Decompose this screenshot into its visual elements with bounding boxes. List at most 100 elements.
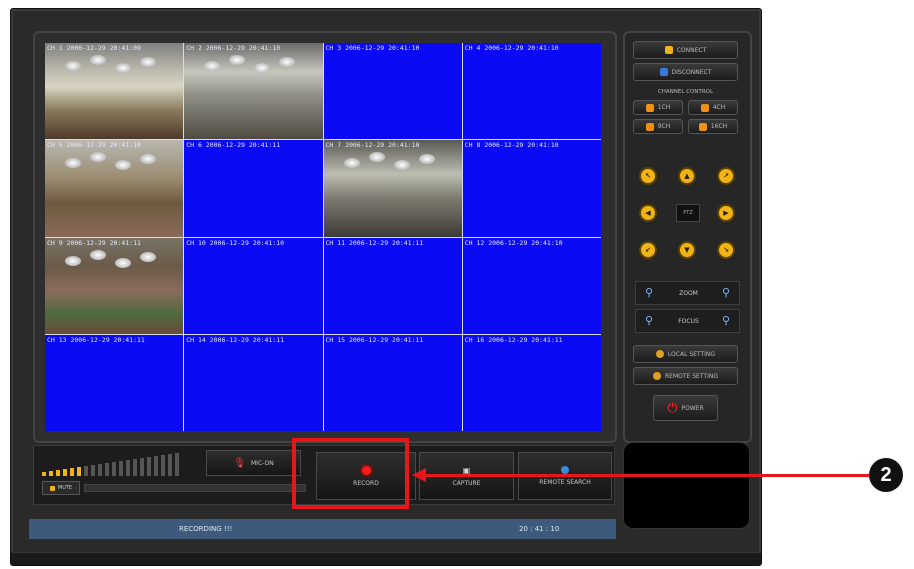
disconnect-icon xyxy=(659,68,668,76)
camera-cell-ch13[interactable]: CH 13 2006-12-29 20:41:11 xyxy=(45,334,184,431)
volume-bar xyxy=(175,453,179,476)
focus-near-icon[interactable]: ⚲ xyxy=(642,314,656,328)
camera-timestamp: CH 16 2006-12-29 20:41:11 xyxy=(464,335,563,344)
ch1-label: 1CH xyxy=(657,104,671,111)
callout-number: 2 xyxy=(869,458,903,492)
camera-cell-ch3[interactable]: CH 3 2006-12-29 20:41:10 xyxy=(323,43,462,140)
volume-bar xyxy=(112,462,116,476)
camera-cell-ch1[interactable]: CH 1 2006-12-29 20:41:09 xyxy=(45,43,184,140)
ceiling-light xyxy=(140,154,156,165)
camera-cell-ch15[interactable]: CH 15 2006-12-29 20:41:11 xyxy=(323,334,462,431)
control-sidebar: CONNECT DISCONNECT CHANNEL CONTROL 1CH 4… xyxy=(623,31,752,443)
camera-feed xyxy=(45,140,184,237)
ceiling-light xyxy=(115,63,131,73)
ptz-up-icon[interactable]: ▲ xyxy=(678,167,696,185)
camera-cell-ch16[interactable]: CH 16 2006-12-29 20:41:11 xyxy=(462,334,601,431)
volume-slider[interactable] xyxy=(84,484,306,492)
camera-cell-ch11[interactable]: CH 11 2006-12-29 20:41:11 xyxy=(323,237,462,334)
ceiling-light xyxy=(90,152,106,163)
preview-panel xyxy=(623,442,750,529)
camera-cell-ch2[interactable]: CH 2 2006-12-29 20:41:10 xyxy=(184,43,323,140)
remote-setting-label: REMOTE SETTING xyxy=(665,372,718,380)
remote-setting-button[interactable]: REMOTE SETTING xyxy=(633,367,738,385)
camera-grid: CH 1 2006-12-29 20:41:09 CH 2 2006-12-29 … xyxy=(45,43,601,431)
camera-timestamp: CH 1 2006-12-29 20:41:09 xyxy=(47,44,141,52)
record-highlight-box xyxy=(292,438,409,509)
focus-label: FOCUS xyxy=(678,317,699,325)
channel-control-heading: CHANNEL CONTROL xyxy=(657,89,714,95)
connect-icon xyxy=(664,46,673,54)
ch4-button[interactable]: 4CH xyxy=(688,100,738,115)
power-button[interactable]: ⏻ POWER xyxy=(653,395,718,421)
ceiling-light xyxy=(90,249,106,260)
ptz-down-left-icon[interactable]: ↙ xyxy=(639,241,657,259)
ceiling-light xyxy=(229,55,246,65)
ceiling-light xyxy=(140,57,156,67)
recording-status: RECORDING !!! xyxy=(179,525,233,533)
remote-search-label: REMOTE SEARCH xyxy=(539,479,591,486)
camera-cell-ch5[interactable]: CH 5 2006-12-29 20:41:10 xyxy=(45,140,184,237)
power-icon: ⏻ xyxy=(667,400,678,416)
local-setting-label: LOCAL SETTING xyxy=(667,350,716,358)
ch9-icon xyxy=(645,122,654,131)
volume-bar xyxy=(105,463,109,476)
volume-bar xyxy=(161,455,165,476)
ptz-up-right-icon[interactable]: ↗ xyxy=(717,167,735,185)
ch4-label: 4CH xyxy=(712,104,726,111)
zoom-in-icon[interactable]: ⚲ xyxy=(719,286,733,300)
ceiling-light xyxy=(90,55,106,65)
ch1-button[interactable]: 1CH xyxy=(633,100,683,115)
camera-cell-ch10[interactable]: CH 10 2006-12-29 20:41:10 xyxy=(184,237,323,334)
window-footer xyxy=(11,552,761,565)
ceiling-light xyxy=(418,154,435,165)
zoom-out-icon[interactable]: ⚲ xyxy=(642,286,656,300)
camera-timestamp: CH 7 2006-12-29 20:41:10 xyxy=(325,141,420,150)
camera-timestamp: CH 3 2006-12-29 20:41:10 xyxy=(325,44,420,52)
volume-bar xyxy=(70,468,74,476)
volume-bar xyxy=(147,457,151,476)
camera-timestamp: CH 9 2006-12-29 20:41:11 xyxy=(47,238,141,247)
camera-feed xyxy=(323,140,462,237)
gear-icon xyxy=(655,350,664,358)
ptz-down-icon[interactable]: ▼ xyxy=(678,241,696,259)
focus-far-icon[interactable]: ⚲ xyxy=(719,314,733,328)
volume-bar xyxy=(154,456,158,476)
ptz-center-button[interactable]: PTZ xyxy=(676,204,700,222)
ptz-left-icon[interactable]: ◀ xyxy=(639,204,657,222)
camera-timestamp: CH 8 2006-12-29 20:41:10 xyxy=(464,141,559,150)
search-icon xyxy=(561,466,569,474)
camera-cell-ch7[interactable]: CH 7 2006-12-29 20:41:10 xyxy=(323,140,462,237)
camera-cell-ch9[interactable]: CH 9 2006-12-29 20:41:11 xyxy=(45,237,184,334)
power-label: POWER xyxy=(681,404,704,412)
ptz-down-right-icon[interactable]: ↘ xyxy=(717,241,735,259)
local-setting-button[interactable]: LOCAL SETTING xyxy=(633,345,738,363)
ceiling-light xyxy=(65,158,81,169)
camera-feed xyxy=(45,237,184,334)
camera-timestamp: CH 6 2006-12-29 20:41:11 xyxy=(186,141,281,150)
ch16-icon xyxy=(698,122,707,131)
camera-cell-ch12[interactable]: CH 12 2006-12-29 20:41:10 xyxy=(462,237,601,334)
ptz-up-left-icon[interactable]: ↖ xyxy=(639,167,657,185)
camera-timestamp: CH 13 2006-12-29 20:41:11 xyxy=(47,335,145,344)
ptz-right-icon[interactable]: ▶ xyxy=(717,204,735,222)
disconnect-button[interactable]: DISCONNECT xyxy=(633,63,738,81)
volume-meter xyxy=(42,453,192,476)
volume-bar xyxy=(133,459,137,476)
connect-label: CONNECT xyxy=(676,46,707,54)
mic-on-label: MIC-ON xyxy=(251,459,274,467)
mic-on-button[interactable]: 🎙 MIC-ON xyxy=(206,450,301,476)
ch9-button[interactable]: 9CH xyxy=(633,119,683,134)
zoom-control: ⚲ ZOOM ⚲ xyxy=(635,281,740,305)
connect-button[interactable]: CONNECT xyxy=(633,41,738,59)
ch16-button[interactable]: 16CH xyxy=(688,119,738,134)
camera-cell-ch6[interactable]: CH 6 2006-12-29 20:41:11 xyxy=(184,140,323,237)
focus-control: ⚲ FOCUS ⚲ xyxy=(635,309,740,333)
camera-timestamp: CH 2 2006-12-29 20:41:10 xyxy=(186,44,281,52)
volume-bar xyxy=(63,469,67,476)
camera-cell-ch8[interactable]: CH 8 2006-12-29 20:41:10 xyxy=(462,140,601,237)
camera-cell-ch4[interactable]: CH 4 2006-12-29 20:41:10 xyxy=(462,43,601,140)
video-panel: CH 1 2006-12-29 20:41:09 CH 2 2006-12-29 … xyxy=(33,31,617,443)
camera-cell-ch14[interactable]: CH 14 2006-12-29 20:41:11 xyxy=(184,334,323,431)
ceiling-light xyxy=(115,160,131,171)
mute-button[interactable]: MUTE xyxy=(42,481,80,495)
